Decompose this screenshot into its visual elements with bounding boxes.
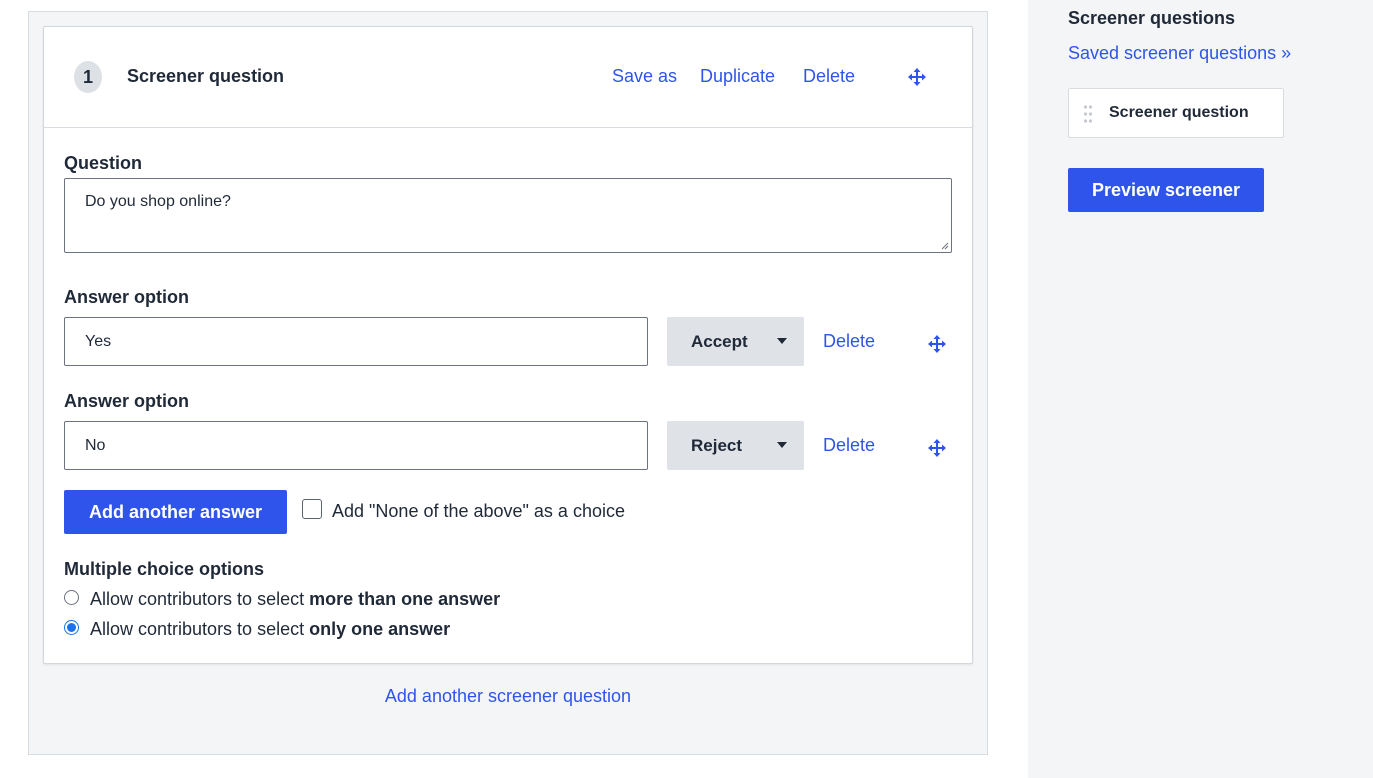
move-arrows-icon[interactable] [907,67,927,87]
none-of-above-label: Add "None of the above" as a choice [332,501,625,521]
add-another-answer-button[interactable]: Add another answer [64,490,287,534]
move-arrows-icon[interactable] [927,334,947,354]
sidebar-title: Screener questions [1068,8,1236,28]
multi-answer-radio[interactable] [64,590,79,605]
add-another-question-link[interactable]: Add another screener question [385,686,631,706]
answer-option-value: Yes [85,333,112,350]
move-arrows-icon[interactable] [927,438,947,458]
answer-outcome-select[interactable]: Reject [667,421,804,470]
sidebar: Screener questions Saved screener questi… [1028,0,1373,778]
question-number-badge: 1 [74,61,102,93]
resize-handle-icon[interactable] [941,242,949,250]
duplicate-link[interactable]: Duplicate [700,66,775,87]
answer-option-value: No [85,437,106,454]
delete-answer-link[interactable]: Delete [823,435,875,456]
preview-screener-button[interactable]: Preview screener [1068,168,1264,212]
multi-answer-label: Allow contributors to select more than o… [90,589,501,609]
question-textarea[interactable]: Do you shop online? [64,178,952,253]
caret-down-icon [777,442,787,448]
drag-grip-icon[interactable] [1083,105,1093,123]
answer-outcome-select[interactable]: Accept [667,317,804,366]
answer-option-input[interactable]: No [64,421,648,470]
sidebar-question-label: Screener question [1109,104,1249,121]
answer-option-input[interactable]: Yes [64,317,648,366]
delete-question-link[interactable]: Delete [803,66,855,87]
sidebar-question-item[interactable]: Screener question [1068,88,1284,138]
answer-outcome-value: Accept [691,332,748,351]
save-as-link[interactable]: Save as [612,66,677,87]
question-label: Question [64,153,143,173]
multiple-choice-heading: Multiple choice options [64,559,265,579]
delete-answer-link[interactable]: Delete [823,331,875,352]
caret-down-icon [777,338,787,344]
saved-questions-link[interactable]: Saved screener questions » [1068,43,1291,64]
single-answer-label: Allow contributors to select only one an… [90,619,451,639]
screener-question-card: 1 Screener question Save as Duplicate De… [43,26,973,664]
answer-outcome-value: Reject [691,436,743,455]
none-of-above-checkbox[interactable] [302,499,322,519]
add-question-container: Add another screener question [29,686,987,707]
answer-option-label: Answer option [64,287,189,307]
question-card-title: Screener question [127,66,285,86]
single-answer-radio[interactable] [64,620,79,635]
question-text: Do you shop online? [85,193,231,210]
answer-option-label: Answer option [64,391,189,411]
question-card-header: 1 Screener question Save as Duplicate De… [44,27,972,128]
